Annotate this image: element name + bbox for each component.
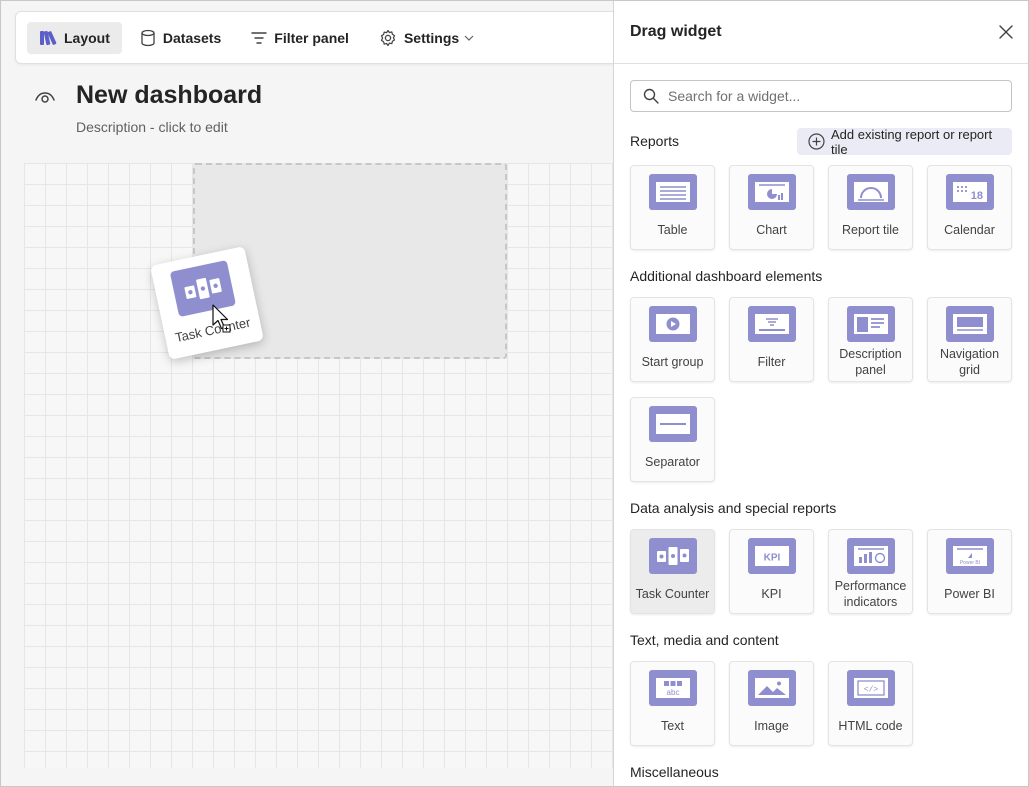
widget-power-bi-label: Power BI bbox=[944, 587, 995, 601]
html-code-glyph: </> bbox=[864, 686, 879, 695]
filter-icon bbox=[251, 31, 267, 44]
eye-icon[interactable] bbox=[34, 89, 56, 105]
kpi-icon: KPI bbox=[748, 538, 796, 574]
widget-report-tile[interactable]: Report tile bbox=[828, 165, 913, 250]
datasets-button[interactable]: Datasets bbox=[128, 22, 233, 54]
calendar-day-glyph: 18 bbox=[971, 190, 983, 202]
widget-kpi[interactable]: KPI KPI bbox=[729, 529, 814, 614]
widget-performance-indicators-label: Performance indicators bbox=[834, 579, 907, 609]
widget-image[interactable]: Image bbox=[729, 661, 814, 746]
add-existing-report-label: Add existing report or report tile bbox=[830, 126, 993, 157]
navigation-grid-icon bbox=[946, 306, 994, 342]
table-icon bbox=[649, 174, 697, 210]
widget-description-panel[interactable]: Description panel bbox=[828, 297, 913, 382]
widget-text[interactable]: abc Text bbox=[630, 661, 715, 746]
panel-title: Drag widget bbox=[630, 23, 722, 40]
widget-chart[interactable]: Chart bbox=[729, 165, 814, 250]
move-cursor-icon bbox=[212, 304, 231, 333]
database-icon bbox=[141, 29, 155, 46]
widget-table[interactable]: Table bbox=[630, 165, 715, 250]
task-counter-icon bbox=[649, 538, 697, 574]
description-panel-icon bbox=[847, 306, 895, 342]
calendar-icon: 18 bbox=[946, 174, 994, 210]
image-icon bbox=[748, 670, 796, 706]
close-icon[interactable] bbox=[998, 24, 1014, 40]
dashboard-description[interactable]: Description - click to edit bbox=[76, 119, 228, 135]
settings-button[interactable]: Settings bbox=[367, 22, 486, 54]
widget-task-counter[interactable]: Task Counter bbox=[630, 529, 715, 614]
widget-navigation-grid[interactable]: Navigation grid bbox=[927, 297, 1012, 382]
play-icon bbox=[649, 306, 697, 342]
layout-button[interactable]: Layout bbox=[27, 21, 122, 54]
separator-icon bbox=[649, 406, 697, 442]
widget-separator-label: Separator bbox=[645, 455, 700, 469]
drag-widget-panel: Drag widget Search for a widget... Repor… bbox=[613, 1, 1028, 786]
widget-navigation-grid-label: Navigation grid bbox=[939, 347, 1000, 377]
app-window: Layout Datasets Filter panel Settings Ne… bbox=[0, 0, 1029, 787]
toolbar: Layout Datasets Filter panel Settings bbox=[15, 11, 635, 64]
performance-indicators-icon bbox=[847, 538, 895, 574]
search-placeholder: Search for a widget... bbox=[668, 88, 801, 104]
widget-calendar-label: Calendar bbox=[944, 223, 995, 237]
panel-header: Drag widget bbox=[614, 1, 1028, 64]
dragged-widget[interactable]: Task Counter bbox=[150, 246, 264, 360]
layout-button-label: Layout bbox=[64, 29, 110, 46]
power-bi-icon: Power BI bbox=[946, 538, 994, 574]
widget-html-code-label: HTML code bbox=[838, 719, 903, 733]
widget-filter-label: Filter bbox=[757, 355, 786, 369]
widget-filter[interactable]: Filter bbox=[729, 297, 814, 382]
chart-icon bbox=[748, 174, 796, 210]
filter-panel-button[interactable]: Filter panel bbox=[239, 22, 361, 54]
widget-report-tile-label: Report tile bbox=[842, 223, 899, 237]
widget-html-code[interactable]: </> HTML code bbox=[828, 661, 913, 746]
section-reports: Reports bbox=[630, 133, 680, 149]
widget-performance-indicators[interactable]: Performance indicators bbox=[828, 529, 913, 614]
widget-separator[interactable]: Separator bbox=[630, 397, 715, 482]
widget-search-input[interactable]: Search for a widget... bbox=[630, 80, 1012, 112]
widget-start-group[interactable]: Start group bbox=[630, 297, 715, 382]
text-abc-glyph: abc bbox=[667, 688, 680, 697]
widget-kpi-label: KPI bbox=[761, 587, 782, 601]
widget-text-label: Text bbox=[661, 719, 684, 733]
html-code-icon: </> bbox=[847, 670, 895, 706]
section-additional: Additional dashboard elements bbox=[630, 268, 823, 284]
gear-icon bbox=[380, 29, 396, 46]
section-text-media: Text, media and content bbox=[630, 632, 779, 648]
datasets-button-label: Datasets bbox=[162, 29, 222, 46]
widget-chart-label: Chart bbox=[756, 223, 787, 237]
layout-icon bbox=[40, 30, 57, 45]
power-bi-glyph: Power BI bbox=[960, 560, 980, 566]
chevron-down-icon bbox=[464, 35, 474, 41]
section-misc: Miscellaneous bbox=[630, 764, 719, 780]
widget-task-counter-label: Task Counter bbox=[635, 587, 710, 601]
filter-panel-button-label: Filter panel bbox=[274, 29, 349, 46]
widget-calendar[interactable]: 18 Calendar bbox=[927, 165, 1012, 250]
widget-table-label: Table bbox=[657, 223, 688, 237]
widget-description-panel-label: Description panel bbox=[839, 347, 902, 377]
report-tile-icon bbox=[847, 174, 895, 210]
add-existing-report-button[interactable]: Add existing report or report tile bbox=[797, 126, 1012, 157]
dashboard-title[interactable]: New dashboard bbox=[76, 81, 262, 110]
plus-circle-icon bbox=[808, 133, 825, 150]
settings-button-label: Settings bbox=[403, 29, 460, 46]
text-icon: abc bbox=[649, 670, 697, 706]
filter-widget-icon bbox=[748, 306, 796, 342]
search-icon bbox=[643, 88, 659, 104]
widget-start-group-label: Start group bbox=[641, 355, 704, 369]
section-data-analysis: Data analysis and special reports bbox=[630, 500, 837, 516]
widget-power-bi[interactable]: Power BI Power BI bbox=[927, 529, 1012, 614]
widget-image-label: Image bbox=[754, 719, 789, 733]
kpi-glyph: KPI bbox=[764, 553, 781, 564]
